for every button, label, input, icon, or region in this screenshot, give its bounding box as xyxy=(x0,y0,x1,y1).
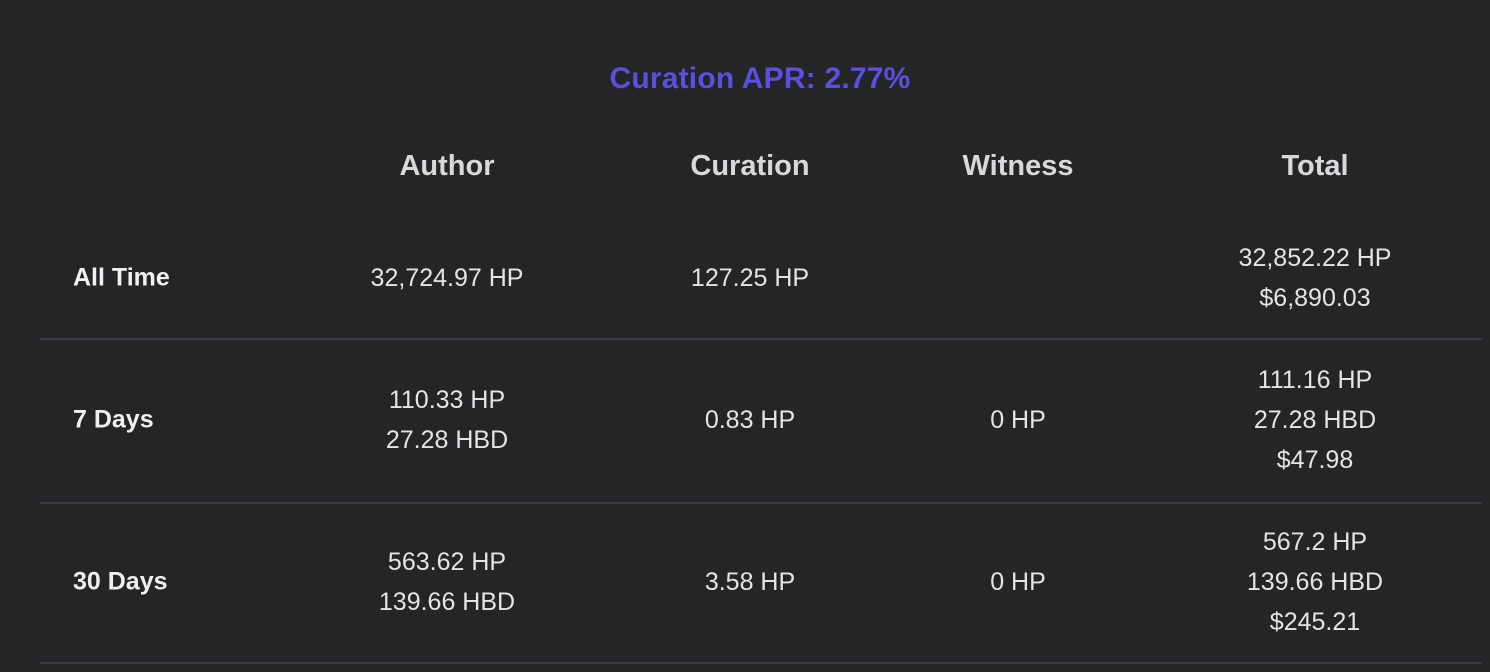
author-cell: 32,724.97 HP xyxy=(371,258,524,298)
total-hbd-value: 27.28 HBD xyxy=(1253,406,1377,434)
author-value: 32,724.97 HP xyxy=(370,264,524,292)
row-label: All Time xyxy=(73,263,170,292)
total-value: 567.2 HP xyxy=(1262,528,1368,556)
total-usd-value: $6,890.03 xyxy=(1259,284,1371,312)
curation-value: 3.58 HP xyxy=(704,568,796,596)
author-cell: 110.33 HP 27.28 HBD xyxy=(386,380,508,460)
table-row-30-days: 30 Days 563.62 HP 139.66 HBD 3.58 HP 0 H… xyxy=(40,500,1482,664)
author-value: 110.33 HP xyxy=(388,386,506,414)
row-label: 30 Days xyxy=(73,567,168,596)
curation-value: 0.83 HP xyxy=(704,406,796,434)
total-cell: 111.16 HP 27.28 HBD $47.98 xyxy=(1254,360,1376,480)
witness-cell: 0 HP xyxy=(990,562,1046,602)
column-header-author: Author xyxy=(399,150,495,182)
table-header: Author Curation Witness Total xyxy=(40,150,1482,190)
total-cell: 567.2 HP 139.66 HBD $245.21 xyxy=(1247,522,1383,642)
curation-cell: 3.58 HP xyxy=(705,562,795,602)
witness-value: 0 HP xyxy=(990,568,1046,596)
column-header-curation: Curation xyxy=(690,150,810,182)
column-header-total: Total xyxy=(1281,150,1349,182)
author-hbd-value: 139.66 HBD xyxy=(378,588,516,616)
witness-cell: 0 HP xyxy=(990,400,1046,440)
table-row-7-days: 7 Days 110.33 HP 27.28 HBD 0.83 HP 0 HP … xyxy=(40,338,1482,504)
total-cell: 32,852.22 HP $6,890.03 xyxy=(1239,238,1392,318)
total-hbd-value: 139.66 HBD xyxy=(1246,568,1384,596)
total-value: 32,852.22 HP xyxy=(1238,244,1392,272)
total-usd-value: $245.21 xyxy=(1269,608,1361,636)
author-hbd-value: 27.28 HBD xyxy=(385,426,509,454)
total-usd-value: $47.98 xyxy=(1276,446,1354,474)
curation-cell: 127.25 HP xyxy=(691,258,809,298)
author-cell: 563.62 HP 139.66 HBD xyxy=(379,542,515,622)
column-header-witness: Witness xyxy=(962,150,1074,182)
total-value: 111.16 HP xyxy=(1257,366,1373,394)
row-label: 7 Days xyxy=(73,405,154,434)
curation-value: 127.25 HP xyxy=(690,264,810,292)
author-value: 563.62 HP xyxy=(387,548,507,576)
witness-value: 0 HP xyxy=(990,406,1046,434)
curation-cell: 0.83 HP xyxy=(705,400,795,440)
curation-apr-title: Curation APR: 2.77% xyxy=(609,62,911,95)
table-row-all-time: All Time 32,724.97 HP 127.25 HP 32,852.2… xyxy=(40,218,1482,340)
